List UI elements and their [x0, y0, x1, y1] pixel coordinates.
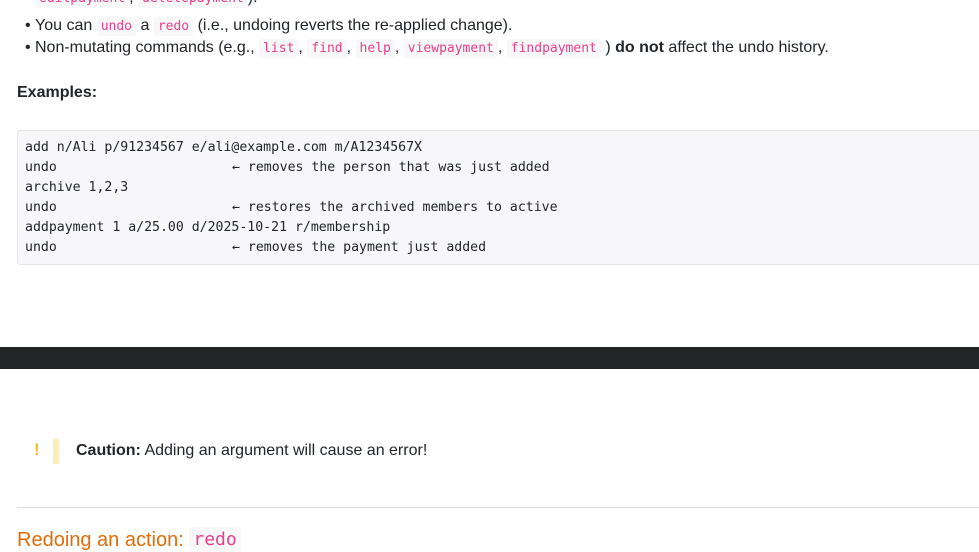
inline-code: redo	[153, 17, 194, 36]
separator: ,	[298, 39, 303, 56]
caution-text: Caution: Adding an argument will cause a…	[76, 442, 427, 460]
code-command: undo	[25, 160, 57, 175]
inline-code: editpayment	[35, 0, 130, 8]
divider-band	[0, 347, 979, 369]
list-item: • Non-mutating commands (e.g., list, fin…	[25, 36, 829, 61]
exclamation-icon: !	[34, 440, 40, 459]
inline-code: undo	[96, 17, 137, 36]
code-line: undo ← restores the archived members to a…	[25, 198, 979, 218]
separator: ,	[129, 0, 133, 6]
text: affect the undo history.	[668, 39, 829, 56]
list-item: editpayment, deletepayment).	[35, 0, 258, 11]
caution-label: Caution:	[76, 442, 141, 459]
code-command: archive 1,2,3	[25, 180, 129, 195]
caution-accent-bar	[53, 439, 59, 464]
inline-code: list	[259, 39, 299, 58]
separator: ,	[497, 39, 503, 56]
code-comment: ← restores the archived members to activ…	[232, 200, 558, 215]
text: (i.e., undoing reverts the re-applied ch…	[197, 17, 513, 34]
code-line: add n/Ali p/91234567 e/ali@example.com m…	[25, 138, 979, 158]
code-comment: ← removes the payment just added	[232, 240, 487, 255]
inline-code: find	[307, 39, 347, 58]
examples-heading: Examples:	[17, 84, 98, 101]
code-command: addpayment 1 a/25.00 d/2025-10-21 r/memb…	[25, 220, 391, 235]
inline-code: redo	[189, 527, 241, 552]
code-command: undo	[25, 240, 57, 255]
code-command: undo	[25, 200, 57, 215]
bullet-icon: •	[25, 39, 31, 56]
text: )	[605, 39, 611, 56]
inline-code: findpayment	[506, 39, 601, 58]
separator: ,	[394, 39, 400, 56]
caution-box: ! Caution: Adding an argument will cause…	[17, 438, 977, 466]
text: You can	[35, 17, 93, 34]
text: a	[140, 17, 150, 34]
code-line: undo ← removes the payment just added	[25, 238, 979, 258]
inline-code: deletepayment	[138, 0, 248, 8]
inline-code: help	[355, 39, 395, 58]
separator: ,	[346, 39, 352, 56]
inline-code: viewpayment	[403, 39, 498, 58]
section-title-text: Redoing an action:	[17, 529, 184, 551]
code-line: addpayment 1 a/25.00 d/2025-10-21 r/memb…	[25, 218, 979, 238]
caution-message: Adding an argument will cause an error!	[144, 442, 428, 459]
code-line: undo ← removes the person that was just a…	[25, 158, 979, 178]
emphasis: do not	[615, 39, 664, 56]
text: Non-mutating commands (e.g.,	[35, 39, 255, 56]
bullet-icon: •	[25, 17, 31, 34]
code-comment: ← removes the person that was just added	[232, 160, 550, 175]
text: ).	[248, 0, 258, 6]
code-command: add n/Ali p/91234567 e/ali@example.com m…	[25, 140, 422, 155]
horizontal-rule	[17, 507, 979, 508]
code-block: add n/Ali p/91234567 e/ali@example.com m…	[17, 130, 979, 265]
code-line: archive 1,2,3	[25, 178, 979, 198]
